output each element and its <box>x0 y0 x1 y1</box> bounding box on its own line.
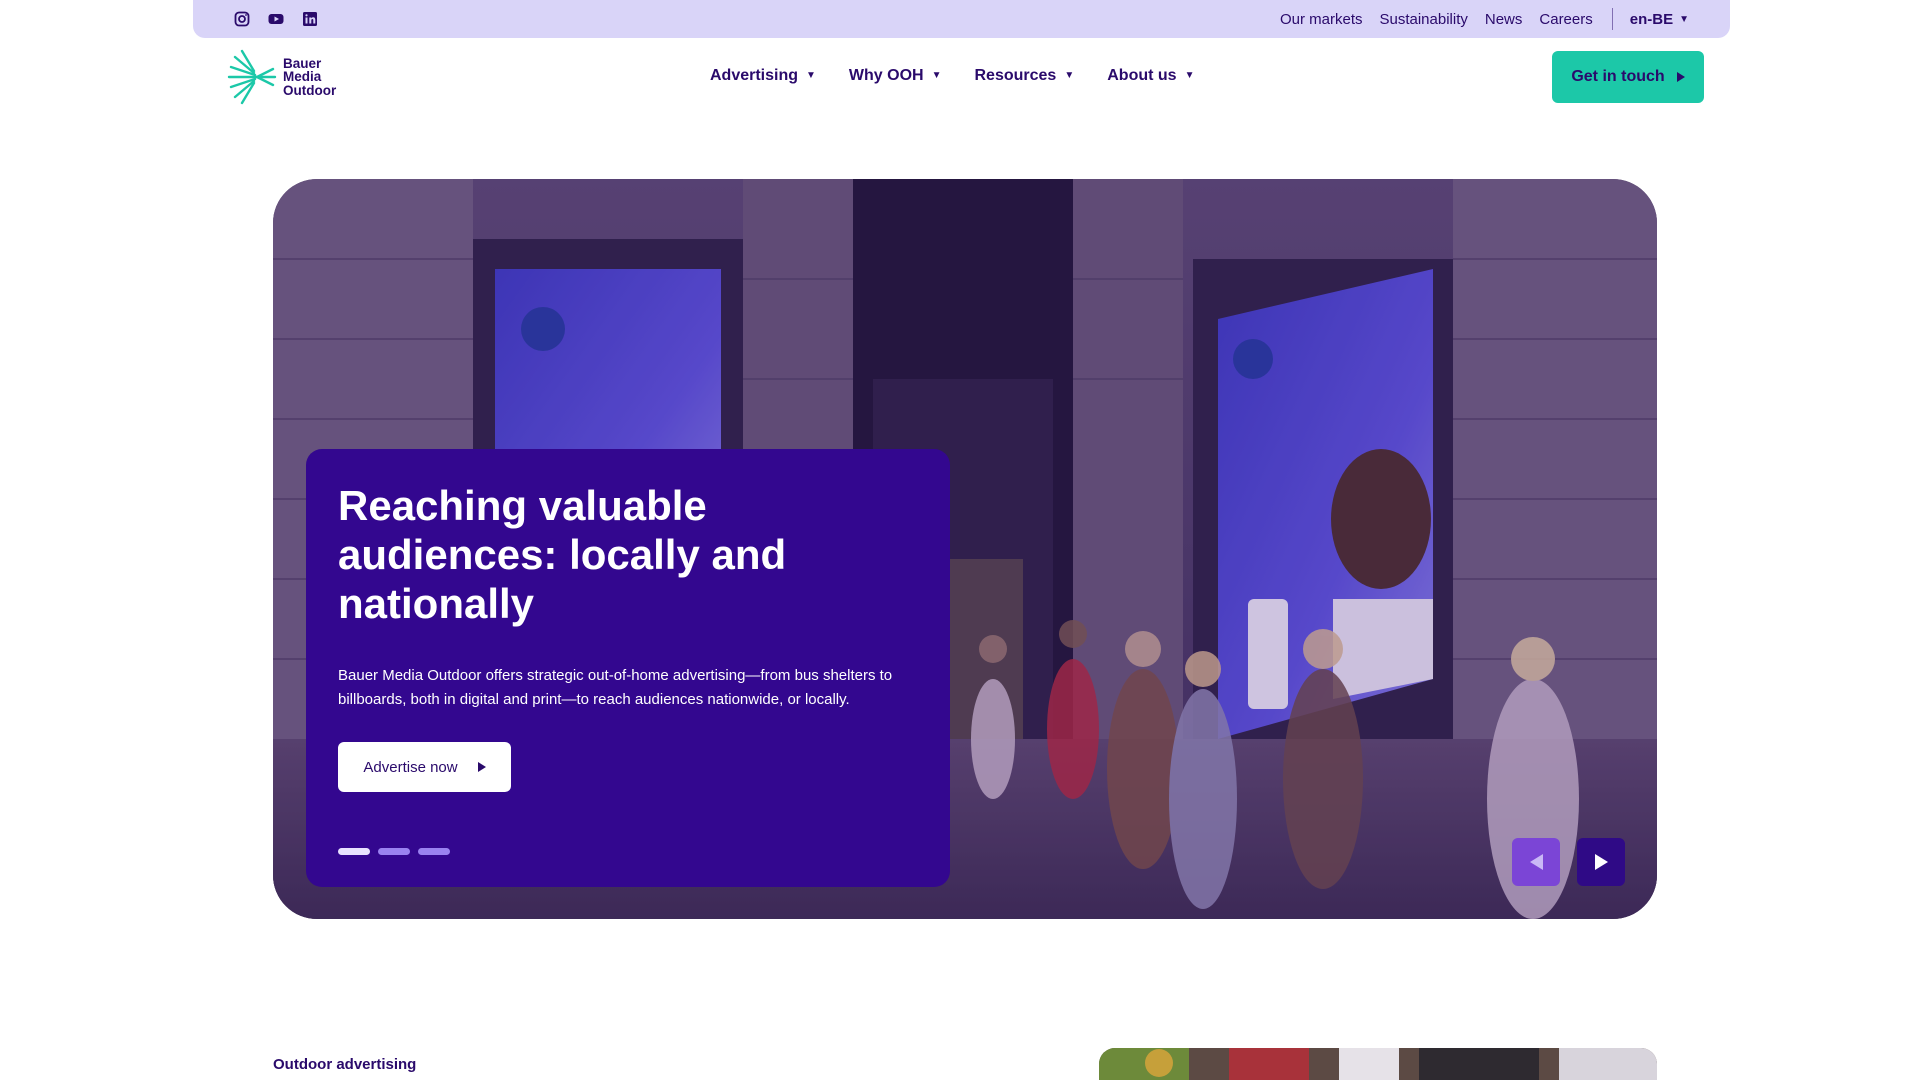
arrow-right-icon <box>1594 854 1608 870</box>
section-eyebrow: Outdoor advertising <box>273 1056 417 1073</box>
main-header: Bauer Media Outdoor Advertising ▼ Why OO… <box>0 38 1920 113</box>
nav-resources-label: Resources <box>974 66 1057 84</box>
play-arrow-icon <box>1676 72 1685 82</box>
nav-advertising-label: Advertising <box>710 66 799 84</box>
social-links <box>234 11 318 27</box>
hero-title: Reaching valuable audiences: locally and… <box>338 482 787 627</box>
linkedin-icon[interactable] <box>302 11 318 27</box>
play-arrow-icon <box>477 762 486 772</box>
instagram-icon[interactable] <box>234 11 250 27</box>
logo-line-3: Outdoor <box>283 82 337 98</box>
section-photo <box>1099 1048 1657 1080</box>
link-careers[interactable]: Careers <box>1539 11 1592 28</box>
nav-why-ooh[interactable]: Why OOH ▼ <box>849 67 942 85</box>
nav-advertising[interactable]: Advertising ▼ <box>710 67 816 85</box>
nav-why-ooh-label: Why OOH <box>848 66 924 84</box>
advertise-now-label: Advertise now <box>363 758 458 776</box>
logo-wordmark: Bauer Media Outdoor <box>283 57 336 98</box>
chevron-down-icon: ▼ <box>1184 70 1195 81</box>
chevron-down-icon: ▼ <box>806 70 816 81</box>
advertise-now-button[interactable]: Advertise now <box>338 742 511 792</box>
nav-about-us[interactable]: About us ▼ <box>1107 67 1194 85</box>
logo-line-2: Media <box>283 69 322 85</box>
get-in-touch-button[interactable]: Get in touch <box>1552 51 1704 103</box>
language-label: en-BE <box>1629 10 1674 28</box>
nav-about-us-label: About us <box>1107 66 1177 84</box>
arrow-left-icon <box>1529 854 1543 870</box>
top-utility-bar: Our markets Sustainability News Careers … <box>193 0 1730 38</box>
primary-nav: Advertising ▼ Why OOH ▼ Resources ▼ Abou… <box>710 38 1194 113</box>
utility-nav: Our markets Sustainability News Careers … <box>1280 8 1689 30</box>
link-our-markets[interactable]: Our markets <box>1280 11 1363 28</box>
carousel-dot-1[interactable] <box>338 848 370 855</box>
carousel-indicators <box>338 848 450 855</box>
chevron-down-icon: ▼ <box>931 70 942 81</box>
carousel-dot-3[interactable] <box>418 848 450 855</box>
hero-card: Reaching valuable audiences: locally and… <box>306 449 950 887</box>
carousel-dot-2[interactable] <box>378 848 410 855</box>
hero-carousel: Reaching valuable audiences: locally and… <box>273 179 1657 919</box>
hero-description: Bauer Media Outdoor offers strategic out… <box>338 667 893 708</box>
brand-logo[interactable]: Bauer Media Outdoor <box>227 49 336 105</box>
language-divider <box>1611 8 1613 30</box>
nav-resources[interactable]: Resources ▼ <box>975 67 1075 85</box>
language-selector[interactable]: en-BE ▼ <box>1630 11 1689 28</box>
youtube-icon[interactable] <box>268 11 284 27</box>
chevron-down-icon: ▼ <box>1064 70 1075 81</box>
carousel-next-button[interactable] <box>1577 838 1625 886</box>
link-news[interactable]: News <box>1485 11 1523 28</box>
logo-line-1: Bauer <box>283 55 322 71</box>
logo-burst-icon <box>227 49 277 105</box>
carousel-prev-button[interactable] <box>1512 838 1560 886</box>
link-sustainability[interactable]: Sustainability <box>1379 11 1467 28</box>
chevron-down-icon: ▼ <box>1679 13 1689 25</box>
get-in-touch-label: Get in touch <box>1571 68 1665 85</box>
